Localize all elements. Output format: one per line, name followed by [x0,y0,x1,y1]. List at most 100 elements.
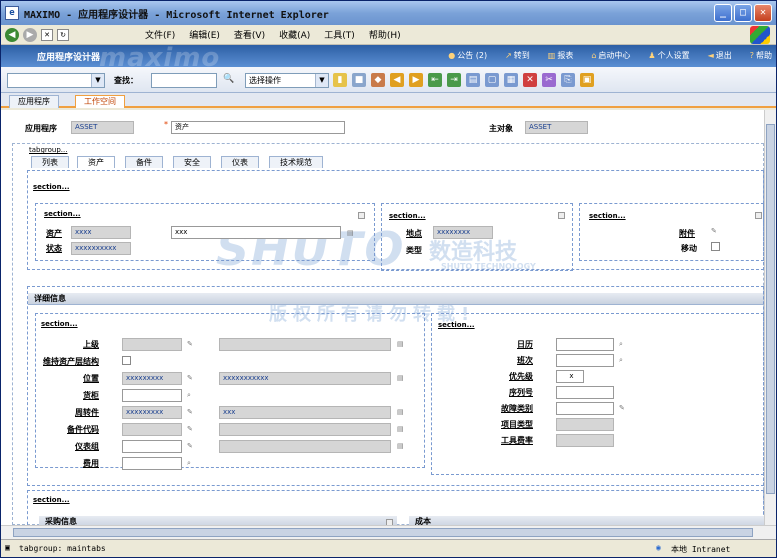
detail-left-description[interactable]: xxx [219,406,391,419]
import-icon[interactable]: ⇤ [428,73,442,87]
header-link-4[interactable]: ♟ 个人设置 [648,50,689,61]
paste-icon[interactable]: ▣ [580,73,594,87]
section-asset-label[interactable]: section... [44,210,81,218]
detail-left-field[interactable] [122,440,182,453]
detail-right-field[interactable] [556,354,614,367]
cut-icon[interactable]: ✂ [542,73,556,87]
detail-left-description[interactable]: xxxxxxxxxxx [219,372,391,385]
longdesc-icon[interactable]: ▤ [397,340,405,348]
section-location-label[interactable]: section... [389,212,426,220]
menu-item-4[interactable]: 工具(T) [324,28,355,41]
subtab-spareparts[interactable]: 备件 [125,156,163,168]
search-icon[interactable]: ⌕ [187,459,195,467]
header-link-3[interactable]: ⌂ 启动中心 [591,50,630,61]
move-checkbox[interactable] [711,242,720,251]
menu-item-0[interactable]: 文件(F) [145,28,175,41]
longdesc-icon[interactable]: ▤ [347,229,355,237]
detail-right-field[interactable] [556,402,614,415]
lookup-icon[interactable]: ✎ [187,340,195,348]
detail-left-description[interactable] [219,338,391,351]
section-details-right-label[interactable]: section... [438,321,475,329]
asset-field[interactable]: xxxx [71,226,131,239]
detail-left-field[interactable]: xxxxxxxxx [122,406,182,419]
maintain-hierarchy-checkbox[interactable] [122,356,131,365]
main-object-field[interactable]: ASSET [525,121,588,134]
clear-icon[interactable]: ◆ [371,73,385,87]
cost-header[interactable]: 成本 [409,516,764,525]
section-details-left-label[interactable]: section... [41,320,78,328]
longdesc-icon[interactable]: ▤ [397,374,405,382]
longdesc-icon[interactable]: ▤ [397,425,405,433]
detail-left-description[interactable] [219,423,391,436]
description-field[interactable]: 资产 [171,121,345,134]
vertical-scrollbar[interactable] [764,110,776,525]
detail-left-field[interactable]: xxxxxxxxx [122,372,182,385]
binoculars-icon[interactable]: 🔍 [223,74,234,84]
export-icon[interactable]: ⇥ [447,73,461,87]
search-icon[interactable]: ⌕ [619,356,627,364]
detail-right-field[interactable] [556,418,614,431]
section-collapse-icon[interactable] [558,212,565,219]
menu-item-1[interactable]: 编辑(E) [189,28,220,41]
header-link-6[interactable]: ? 帮助 [750,50,772,61]
detail-left-field[interactable] [122,389,182,402]
copy-icon[interactable]: ⎘ [561,73,575,87]
close-button[interactable]: ✕ [754,4,772,22]
header-link-0[interactable]: ● 公告 (2) [448,50,487,61]
paperclip-icon[interactable]: ✎ [711,227,719,235]
section-collapse-icon[interactable] [755,212,762,219]
chevron-down-icon[interactable]: ▼ [91,74,104,87]
lookup-icon[interactable]: ✎ [187,425,195,433]
subtab-list[interactable]: 列表 [31,156,69,168]
find-input[interactable] [151,73,217,88]
asset-description-field[interactable]: xxx [171,226,341,239]
subtab-meters[interactable]: 仪表 [221,156,259,168]
stop-icon[interactable]: ✕ [41,28,53,41]
section-top-label[interactable]: section... [33,183,70,191]
bookmark-icon[interactable]: ▮ [333,73,347,87]
subtab-safety[interactable]: 安全 [173,156,211,168]
tab-workspace[interactable]: 工作空间 [75,95,125,108]
detail-right-field[interactable] [556,434,614,447]
details-header[interactable]: 详细信息 [28,293,763,305]
previous-icon[interactable]: ◀ [390,73,404,87]
detail-left-field[interactable] [122,423,182,436]
header-link-5[interactable]: ◄ 退出 [708,50,732,61]
properties-icon[interactable]: ▤ [466,73,480,87]
longdesc-icon[interactable]: ▤ [397,442,405,450]
section-bottom-label[interactable]: section... [33,496,70,504]
detail-left-field[interactable] [122,338,182,351]
search-icon[interactable]: ⌕ [187,391,195,399]
section-collapse-icon[interactable] [358,212,365,219]
detail-right-field[interactable] [556,386,614,399]
location-field[interactable]: xxxxxxxx [433,226,493,239]
lookup-icon[interactable]: ✎ [187,442,195,450]
application-field[interactable]: ASSET [71,121,134,134]
subtab-specifications[interactable]: 技术规范 [269,156,323,168]
longdesc-icon[interactable]: ▤ [397,408,405,416]
minimize-button[interactable]: _ [714,4,732,22]
preview-icon[interactable]: ▢ [485,73,499,87]
back-icon[interactable]: ◀ [5,27,19,42]
refresh-icon[interactable]: ↻ [57,28,69,41]
grid-icon[interactable]: ▦ [504,73,518,87]
purchase-info-header[interactable]: 采购信息 [39,516,397,525]
status-field[interactable]: xxxxxxxxxx [71,242,131,255]
maximize-button[interactable]: □ [734,4,752,22]
lookup-icon[interactable]: ✎ [619,404,627,412]
detail-right-field[interactable]: x [556,370,584,383]
action-select[interactable]: 选择操作 ▼ [245,73,329,88]
section-attachments-label[interactable]: section... [589,212,626,220]
search-icon[interactable]: ⌕ [619,340,627,348]
tab-application[interactable]: 应用程序 [9,95,59,108]
chevron-down-icon[interactable]: ▼ [315,74,328,87]
query-select[interactable]: ▼ [7,73,105,88]
menu-item-2[interactable]: 查看(V) [234,28,265,41]
delete-icon[interactable]: ✕ [523,73,537,87]
detail-right-field[interactable] [556,338,614,351]
detail-left-field[interactable] [122,457,182,470]
lookup-icon[interactable]: ✎ [187,374,195,382]
header-link-2[interactable]: ▥ 报表 [548,50,574,61]
header-link-1[interactable]: ↗ 转到 [505,50,530,61]
subtab-asset[interactable]: 资产 [77,156,115,168]
